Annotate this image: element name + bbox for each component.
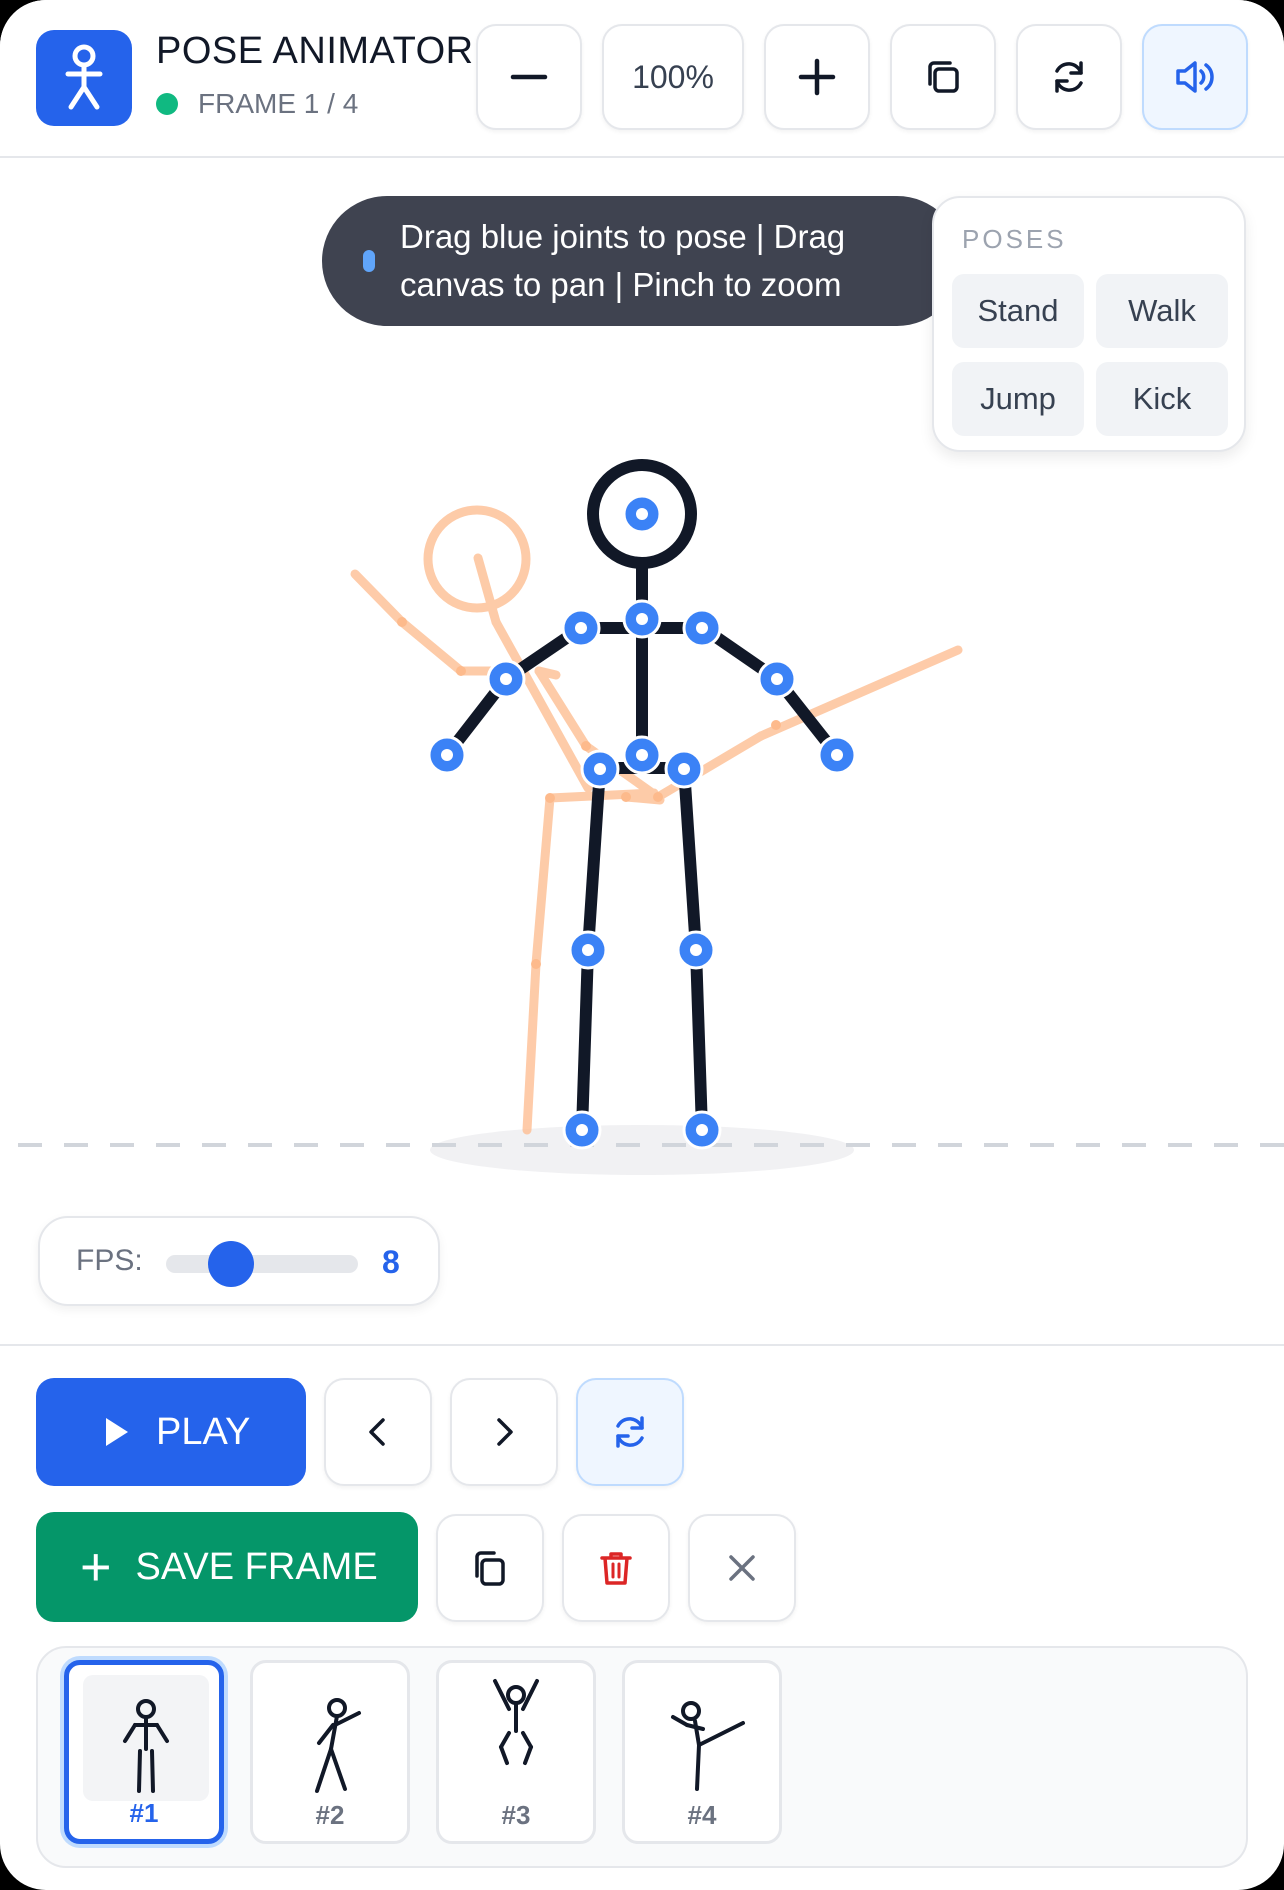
- stand-pose-icon: [123, 1699, 169, 1793]
- minus-icon: [510, 74, 548, 80]
- frame-thumbnail-4[interactable]: #4: [622, 1660, 782, 1844]
- joint-right-elbow[interactable]: [757, 659, 797, 699]
- plus-icon: [798, 58, 836, 96]
- joint-left-shoulder[interactable]: [561, 608, 601, 648]
- play-icon: [106, 1418, 128, 1446]
- fps-value: 8: [382, 1244, 400, 1280]
- frame-number: #2: [315, 1800, 345, 1830]
- plus-icon: +: [80, 1537, 112, 1597]
- pose-jump-button[interactable]: Jump: [952, 362, 1084, 436]
- joint-neck[interactable]: [622, 599, 662, 639]
- zoom-level-label: 100%: [632, 58, 714, 95]
- walk-pose-icon: [315, 1698, 361, 1793]
- joint-right-knee[interactable]: [676, 930, 716, 970]
- volume-icon: [1176, 61, 1214, 93]
- poses-panel: POSES Stand Walk Jump Kick: [932, 196, 1246, 452]
- save-frame-button[interactable]: + SAVE FRAME: [36, 1512, 418, 1622]
- sound-toggle-button[interactable]: [1142, 24, 1248, 130]
- fps-control: FPS: 8: [38, 1216, 440, 1306]
- joint-left-hip[interactable]: [580, 749, 620, 789]
- joint-right-shoulder[interactable]: [682, 608, 722, 648]
- onion-skin-figure: [350, 505, 963, 1135]
- app-title: POSE ANIMATOR: [156, 30, 474, 72]
- clear-button[interactable]: [688, 1514, 796, 1622]
- close-icon: [729, 1555, 755, 1581]
- delete-frame-button[interactable]: [562, 1514, 670, 1622]
- zoom-in-button[interactable]: [764, 24, 870, 130]
- jump-pose-icon: [493, 1679, 539, 1765]
- zoom-level[interactable]: 100%: [602, 24, 744, 130]
- frame-thumbnail-1[interactable]: #1: [64, 1660, 224, 1844]
- frame-thumbnail-2[interactable]: #2: [250, 1660, 410, 1844]
- frame-counter: FRAME 1 / 4: [198, 88, 359, 119]
- ground-shadow: [430, 1125, 854, 1175]
- joint-right-foot[interactable]: [682, 1110, 722, 1150]
- fps-label: FPS:: [76, 1244, 143, 1277]
- playback-controls: PLAY + SAVE FRAME #1 #2 #3 #4: [0, 1344, 1284, 1890]
- stick-figure-icon: [65, 44, 103, 110]
- joint-left-foot[interactable]: [562, 1110, 602, 1150]
- frame-timeline: #1 #2 #3 #4: [36, 1646, 1248, 1868]
- save-frame-label: SAVE FRAME: [135, 1545, 378, 1588]
- fps-slider-thumb[interactable]: [208, 1241, 254, 1287]
- joint-left-knee[interactable]: [568, 930, 608, 970]
- frame-thumbnail-image: [83, 1675, 209, 1801]
- loop-toggle-button[interactable]: [576, 1378, 684, 1486]
- frame-thumbnail-3[interactable]: #3: [436, 1660, 596, 1844]
- poses-title: POSES: [962, 224, 1067, 254]
- next-frame-button[interactable]: [450, 1378, 558, 1486]
- hint-text: Drag blue joints to pose | Drag canvas t…: [400, 218, 846, 303]
- previous-frame-button[interactable]: [324, 1378, 432, 1486]
- zoom-out-button[interactable]: [476, 24, 582, 130]
- copy-icon: [928, 61, 959, 93]
- frame-number: #4: [687, 1800, 717, 1830]
- loop-icon: [616, 1416, 644, 1448]
- pose-stand-button[interactable]: Stand: [952, 274, 1084, 348]
- status-dot: [156, 93, 178, 115]
- duplicate-icon: [475, 1551, 505, 1586]
- joint-right-hip[interactable]: [664, 749, 704, 789]
- pose-walk-button[interactable]: Walk: [1096, 274, 1228, 348]
- copy-button[interactable]: [890, 24, 996, 130]
- frame-status: FRAME 1 / 4: [156, 88, 358, 120]
- joint-left-hand[interactable]: [427, 735, 467, 775]
- trash-icon: [600, 1552, 632, 1585]
- header: POSE ANIMATOR FRAME 1 / 4 100%: [0, 0, 1284, 158]
- frame-number: #3: [501, 1800, 531, 1830]
- pose-kick-button[interactable]: Kick: [1096, 362, 1228, 436]
- hint-indicator: [363, 250, 375, 272]
- joint-pelvis[interactable]: [622, 735, 662, 775]
- joint-head[interactable]: [622, 494, 662, 534]
- hint-tooltip: Drag blue joints to pose | Drag canvas t…: [322, 196, 962, 326]
- app-screen: POSE ANIMATOR FRAME 1 / 4 100% Drag blue…: [0, 0, 1284, 1890]
- chevron-left-icon: [369, 1418, 385, 1446]
- frame-thumbnail-image: [453, 1673, 579, 1799]
- refresh-icon: [1055, 61, 1083, 93]
- joint-left-elbow[interactable]: [486, 659, 526, 699]
- frame-number: #1: [129, 1798, 159, 1828]
- play-button[interactable]: PLAY: [36, 1378, 306, 1486]
- reset-button[interactable]: [1016, 24, 1122, 130]
- play-button-label: PLAY: [156, 1410, 251, 1453]
- fps-slider-track[interactable]: [166, 1255, 358, 1273]
- joint-right-hand[interactable]: [817, 735, 857, 775]
- chevron-right-icon: [497, 1418, 513, 1446]
- duplicate-frame-button[interactable]: [436, 1514, 544, 1622]
- app-logo: [36, 30, 132, 126]
- kick-pose-icon: [671, 1701, 745, 1791]
- frame-thumbnail-image: [639, 1673, 765, 1799]
- frame-thumbnail-image: [267, 1673, 393, 1799]
